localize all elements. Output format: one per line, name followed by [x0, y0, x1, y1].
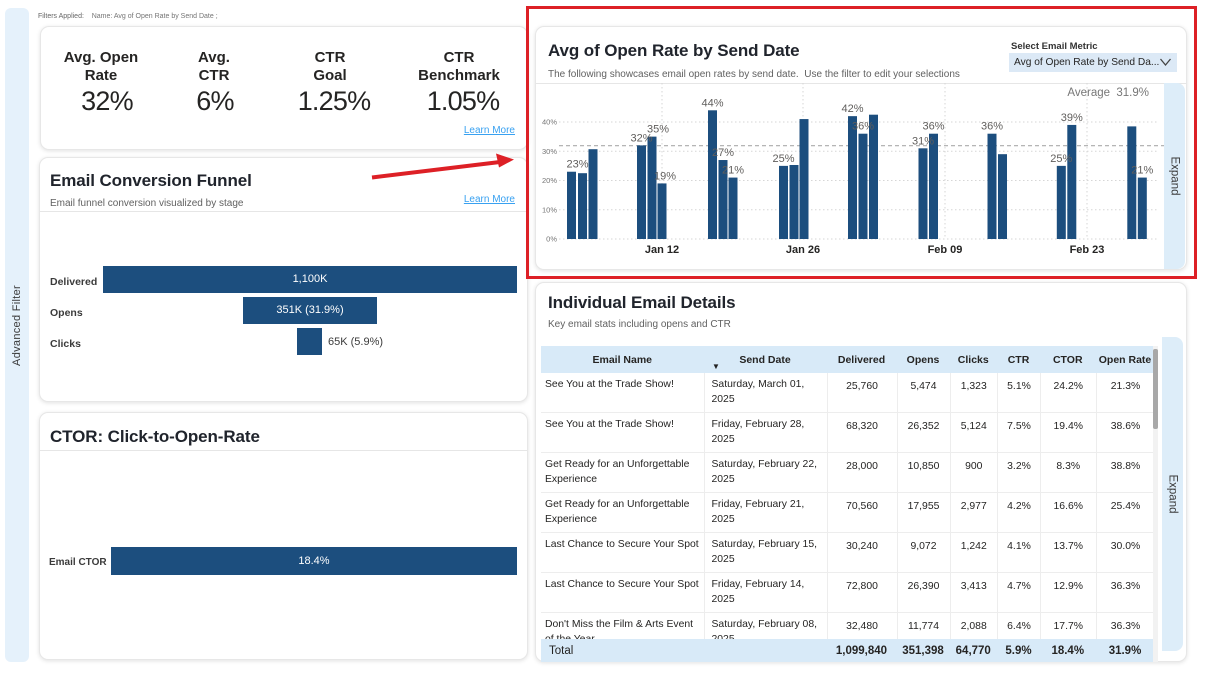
svg-text:27%: 27% [712, 147, 734, 159]
svg-text:Feb 23: Feb 23 [1070, 244, 1105, 256]
svg-text:19%: 19% [654, 170, 676, 182]
svg-text:Jan 12: Jan 12 [645, 244, 679, 256]
svg-text:25%: 25% [772, 153, 794, 165]
svg-text:23%: 23% [566, 159, 588, 171]
svg-text:39%: 39% [1061, 112, 1083, 124]
svg-text:36%: 36% [981, 121, 1003, 133]
svg-text:42%: 42% [841, 103, 863, 115]
svg-text:21%: 21% [1131, 165, 1153, 177]
svg-text:36%: 36% [922, 121, 944, 133]
svg-text:44%: 44% [701, 97, 723, 109]
svg-text:36%: 36% [852, 121, 874, 133]
svg-text:10%: 10% [542, 205, 557, 214]
svg-text:Feb 09: Feb 09 [928, 244, 963, 256]
svg-text:40%: 40% [542, 118, 557, 127]
svg-text:25%: 25% [1050, 153, 1072, 165]
svg-text:20%: 20% [542, 176, 557, 185]
svg-text:Jan 26: Jan 26 [786, 244, 820, 256]
svg-text:35%: 35% [647, 124, 669, 136]
svg-text:21%: 21% [722, 165, 744, 177]
svg-text:31%: 31% [912, 135, 934, 147]
svg-text:0%: 0% [546, 235, 557, 244]
svg-text:30%: 30% [542, 147, 557, 156]
